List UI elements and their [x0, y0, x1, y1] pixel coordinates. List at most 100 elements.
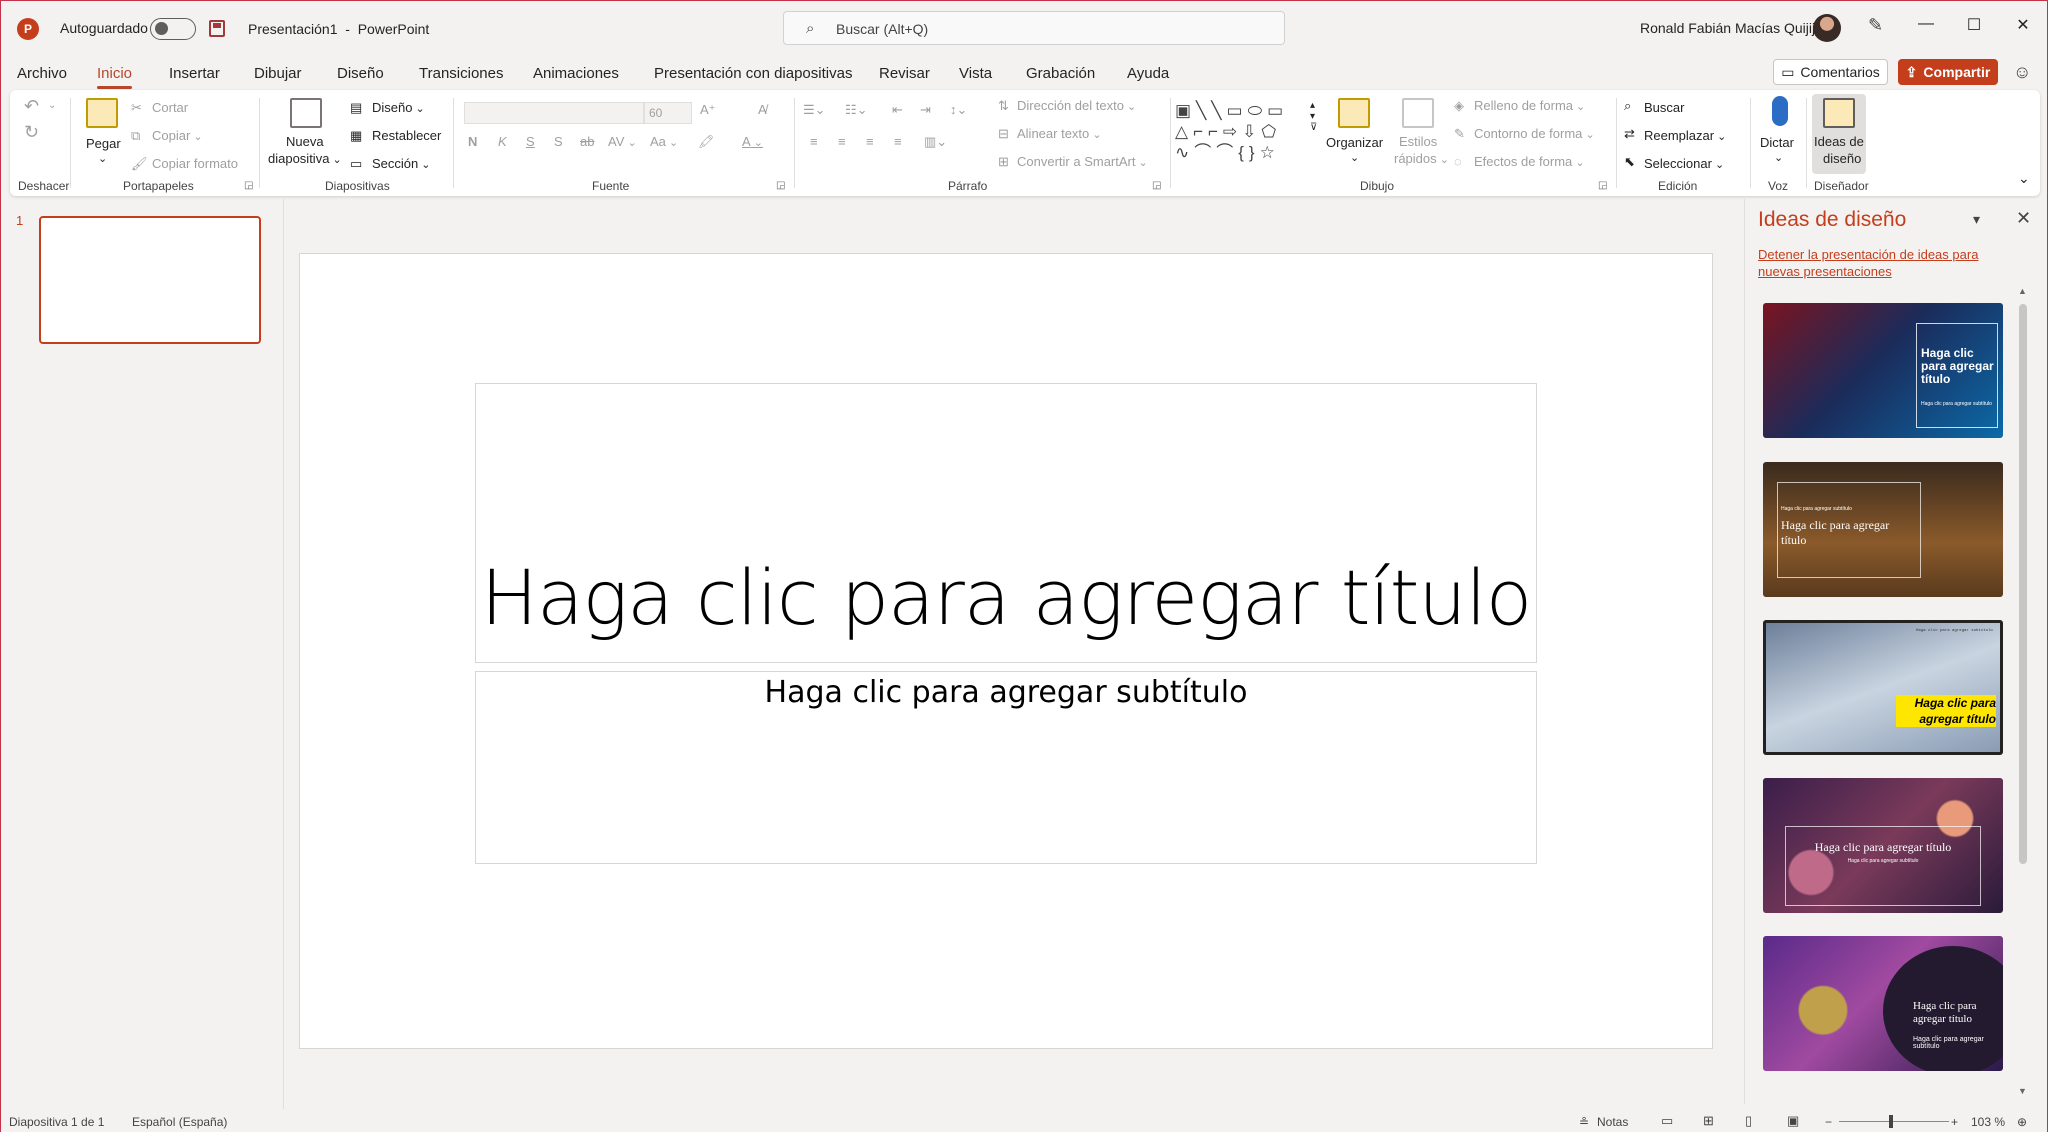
design-idea-card[interactable]: Haga clic para agregar título Haga clic … — [1763, 778, 2003, 913]
arrange-dropdown-icon[interactable]: ⌄ — [1350, 151, 1359, 164]
pane-options-icon[interactable]: ▾ — [1973, 211, 1980, 228]
bullets-icon[interactable]: ☰⌄ — [803, 102, 826, 118]
slideshow-icon[interactable]: ▣ — [1787, 1113, 1799, 1129]
cut-label[interactable]: Cortar — [152, 100, 188, 115]
scroll-up-icon[interactable]: ▲ — [2018, 286, 2027, 296]
reset-label[interactable]: Restablecer — [372, 128, 441, 143]
design-idea-card[interactable]: Haga clic para agregar título Haga clic … — [1763, 936, 2003, 1071]
shadow-button[interactable]: S — [554, 134, 563, 149]
copy-icon[interactable]: ⧉ — [131, 128, 140, 144]
tab-ayuda[interactable]: Ayuda — [1127, 65, 1169, 82]
dictate-label[interactable]: Dictar — [1760, 135, 1794, 150]
tab-grabacion[interactable]: Grabación — [1026, 65, 1095, 82]
zoom-level[interactable]: 103 % — [1971, 1115, 2005, 1129]
zoom-in-icon[interactable]: + — [1951, 1115, 1958, 1129]
reset-icon[interactable]: ▦ — [350, 128, 362, 144]
pen-icon[interactable]: ✎ — [1868, 15, 1883, 36]
clipboard-launcher-icon[interactable]: ◲ — [244, 180, 253, 191]
notes-icon[interactable]: ≗ — [1579, 1115, 1589, 1129]
format-painter-label[interactable]: Copiar formato — [152, 156, 238, 171]
align-text-icon[interactable]: ⊟ — [998, 126, 1009, 142]
new-slide-label-2[interactable]: diapositiva — [268, 151, 342, 166]
reading-view-icon[interactable]: ▯ — [1745, 1113, 1752, 1129]
drawing-launcher-icon[interactable]: ◲ — [1598, 180, 1607, 191]
layout-icon[interactable]: ▤ — [350, 100, 362, 116]
decrease-indent-icon[interactable]: ⇤ — [892, 102, 903, 118]
numbering-icon[interactable]: ☷⌄ — [845, 102, 868, 118]
new-slide-label-1[interactable]: Nueva — [286, 134, 324, 149]
new-slide-icon[interactable] — [290, 98, 322, 128]
tab-revisar[interactable]: Revisar — [879, 65, 930, 82]
language-indicator[interactable]: Español (España) — [132, 1115, 227, 1129]
tab-transiciones[interactable]: Transiciones — [419, 65, 503, 82]
stop-ideas-link[interactable]: Detener la presentación de ideas para nu… — [1758, 246, 2013, 280]
align-center-icon[interactable]: ≡ — [838, 134, 846, 149]
find-icon[interactable]: ⌕ — [1624, 98, 1631, 114]
strikethrough-button[interactable]: ab — [580, 134, 594, 149]
design-pane-scrollbar[interactable]: ▲ ▼ — [2016, 286, 2030, 1096]
slide-sorter-icon[interactable]: ⊞ — [1703, 1113, 1714, 1129]
arrange-icon[interactable] — [1338, 98, 1370, 128]
design-idea-card[interactable]: Haga clic para agregar título Haga clic … — [1763, 462, 2003, 597]
shape-fill-label[interactable]: Relleno de forma — [1474, 98, 1585, 113]
comments-button[interactable]: ▭ Comentarios — [1773, 59, 1888, 85]
smartart-label[interactable]: Convertir a SmartArt — [1017, 154, 1148, 169]
title-placeholder-text[interactable]: Haga clic para agregar título — [475, 553, 1537, 642]
tab-insertar[interactable]: Insertar — [169, 65, 220, 82]
design-ideas-button[interactable]: Ideas de diseño — [1812, 94, 1866, 174]
text-direction-label[interactable]: Dirección del texto — [1017, 98, 1136, 113]
tab-inicio[interactable]: Inicio — [97, 65, 133, 89]
collapse-ribbon-icon[interactable]: ⌄ — [2018, 170, 2030, 187]
zoom-slider[interactable] — [1839, 1121, 1949, 1122]
normal-view-icon[interactable]: ▭ — [1661, 1113, 1673, 1129]
design-idea-card[interactable]: Haga clic para agregar título Haga clic … — [1763, 620, 2003, 755]
tab-archivo[interactable]: Archivo — [17, 65, 67, 82]
cut-icon[interactable]: ✂ — [131, 100, 142, 116]
font-size-box[interactable]: 60 — [644, 102, 692, 124]
replace-icon[interactable]: ⇄ — [1624, 126, 1635, 142]
clear-format-icon[interactable]: A̸ — [758, 102, 767, 117]
select-icon[interactable]: ⬉ — [1624, 154, 1635, 170]
slide-thumbnail[interactable] — [39, 216, 261, 344]
zoom-out-icon[interactable]: − — [1825, 1115, 1832, 1129]
increase-indent-icon[interactable]: ⇥ — [920, 102, 931, 118]
user-name[interactable]: Ronald Fabián Macías Quijije — [1640, 20, 1823, 36]
subtitle-placeholder-text[interactable]: Haga clic para agregar subtítulo — [475, 675, 1537, 710]
microphone-icon[interactable] — [1772, 96, 1788, 126]
autosave-toggle[interactable] — [150, 18, 196, 40]
columns-icon[interactable]: ▥⌄ — [924, 134, 947, 150]
share-button[interactable]: ⇪ Compartir — [1898, 59, 1998, 85]
tab-dibujar[interactable]: Dibujar — [254, 65, 302, 82]
replace-label[interactable]: Reemplazar — [1644, 128, 1726, 143]
grow-font-icon[interactable]: A⁺ — [700, 102, 716, 118]
shapes-gallery-scroll-icon[interactable]: ▴ ▾ ⊽ — [1310, 100, 1317, 133]
format-painter-icon[interactable]: 🖌 — [131, 156, 148, 172]
find-label[interactable]: Buscar — [1644, 100, 1684, 115]
undo-icon[interactable]: ↶ — [24, 96, 39, 117]
shape-fill-icon[interactable]: ◈ — [1454, 98, 1464, 114]
save-icon[interactable] — [209, 20, 225, 37]
shape-outline-icon[interactable]: ✎ — [1454, 126, 1465, 142]
font-name-box[interactable] — [464, 102, 644, 124]
change-case-button[interactable]: Aa — [650, 134, 678, 149]
quick-styles-icon[interactable] — [1402, 98, 1434, 128]
undo-dropdown-icon[interactable]: ⌄ — [48, 100, 56, 111]
align-right-icon[interactable]: ≡ — [866, 134, 874, 149]
bold-button[interactable]: N — [468, 134, 477, 149]
shape-effects-label[interactable]: Efectos de forma — [1474, 154, 1585, 169]
text-direction-icon[interactable]: ⇅ — [998, 98, 1009, 114]
avatar[interactable] — [1813, 14, 1841, 42]
italic-button[interactable]: K — [498, 134, 507, 149]
quick-styles-label-1[interactable]: Estilos — [1399, 134, 1437, 149]
maximize-icon[interactable]: ☐ — [1959, 15, 1989, 35]
redo-icon[interactable]: ↻ — [24, 122, 39, 143]
tab-presentacion[interactable]: Presentación con diapositivas — [654, 65, 852, 82]
section-icon[interactable]: ▭ — [350, 156, 362, 172]
scroll-down-icon[interactable]: ▼ — [2018, 1086, 2027, 1096]
dictate-dropdown-icon[interactable]: ⌄ — [1774, 151, 1783, 164]
char-spacing-button[interactable]: AV — [608, 134, 637, 149]
underline-button[interactable]: S — [526, 134, 535, 149]
line-spacing-icon[interactable]: ↕⌄ — [950, 102, 967, 118]
search-box[interactable]: ⌕ Buscar (Alt+Q) — [783, 11, 1285, 45]
section-label[interactable]: Sección — [372, 156, 431, 171]
